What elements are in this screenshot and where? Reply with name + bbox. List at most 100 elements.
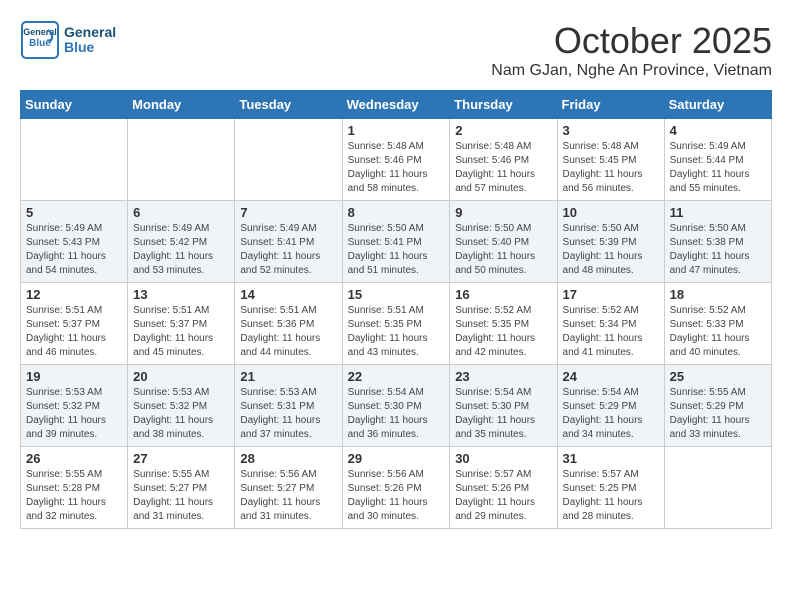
day-number: 16 [455, 287, 551, 302]
calendar-table: SundayMondayTuesdayWednesdayThursdayFrid… [20, 90, 772, 529]
day-info: Sunrise: 5:57 AMSunset: 5:25 PMDaylight:… [563, 468, 659, 524]
title-block: October 2025 Nam GJan, Nghe An Province,… [491, 20, 772, 80]
calendar-day-30: 30 Sunrise: 5:57 AMSunset: 5:26 PMDayligh… [450, 447, 557, 529]
day-number: 20 [133, 369, 229, 384]
day-number: 28 [240, 451, 336, 466]
day-number: 23 [455, 369, 551, 384]
calendar-day-25: 25 Sunrise: 5:55 AMSunset: 5:29 PMDayligh… [664, 365, 771, 447]
day-info: Sunrise: 5:57 AMSunset: 5:26 PMDaylight:… [455, 468, 551, 524]
day-header-monday: Monday [128, 91, 235, 119]
day-info: Sunrise: 5:48 AMSunset: 5:45 PMDaylight:… [563, 140, 659, 196]
day-info: Sunrise: 5:50 AMSunset: 5:41 PMDaylight:… [348, 222, 445, 278]
calendar-empty-cell [664, 447, 771, 529]
day-number: 8 [348, 205, 445, 220]
day-info: Sunrise: 5:51 AMSunset: 5:36 PMDaylight:… [240, 304, 336, 360]
day-info: Sunrise: 5:50 AMSunset: 5:40 PMDaylight:… [455, 222, 551, 278]
calendar-day-13: 13 Sunrise: 5:51 AMSunset: 5:37 PMDayligh… [128, 283, 235, 365]
calendar-day-31: 31 Sunrise: 5:57 AMSunset: 5:25 PMDayligh… [557, 447, 664, 529]
calendar-day-17: 17Sunrise: 5:52 AMSunset: 5:34 PMDayligh… [557, 283, 664, 365]
day-info: Sunrise: 5:54 AMSunset: 5:29 PMDaylight:… [563, 386, 659, 442]
day-number: 30 [455, 451, 551, 466]
calendar-empty-cell [128, 119, 235, 201]
month-title: October 2025 [491, 20, 772, 62]
day-number: 27 [133, 451, 229, 466]
day-info: Sunrise: 5:53 AMSunset: 5:32 PMDaylight:… [26, 386, 122, 442]
calendar-day-6: 6 Sunrise: 5:49 AMSunset: 5:42 PMDaylight… [128, 201, 235, 283]
day-number: 4 [670, 123, 766, 138]
calendar-week-row: 1 Sunrise: 5:48 AMSunset: 5:46 PMDaylight… [21, 119, 772, 201]
day-header-friday: Friday [557, 91, 664, 119]
day-number: 29 [348, 451, 445, 466]
day-number: 7 [240, 205, 336, 220]
calendar-week-row: 12 Sunrise: 5:51 AMSunset: 5:37 PMDayligh… [21, 283, 772, 365]
day-info: Sunrise: 5:55 AMSunset: 5:27 PMDaylight:… [133, 468, 229, 524]
calendar-week-row: 19Sunrise: 5:53 AMSunset: 5:32 PMDayligh… [21, 365, 772, 447]
day-info: Sunrise: 5:51 AMSunset: 5:37 PMDaylight:… [26, 304, 122, 360]
calendar-day-15: 15Sunrise: 5:51 AMSunset: 5:35 PMDayligh… [342, 283, 450, 365]
day-number: 6 [133, 205, 229, 220]
day-number: 10 [563, 205, 659, 220]
day-info: Sunrise: 5:49 AMSunset: 5:44 PMDaylight:… [670, 140, 766, 196]
day-number: 1 [348, 123, 445, 138]
day-info: Sunrise: 5:55 AMSunset: 5:28 PMDaylight:… [26, 468, 122, 524]
day-info: Sunrise: 5:52 AMSunset: 5:35 PMDaylight:… [455, 304, 551, 360]
day-info: Sunrise: 5:54 AMSunset: 5:30 PMDaylight:… [455, 386, 551, 442]
calendar-empty-cell [21, 119, 128, 201]
calendar-day-2: 2 Sunrise: 5:48 AMSunset: 5:46 PMDaylight… [450, 119, 557, 201]
day-number: 13 [133, 287, 229, 302]
calendar-day-3: 3 Sunrise: 5:48 AMSunset: 5:45 PMDaylight… [557, 119, 664, 201]
logo: General Blue General Blue [20, 20, 116, 60]
day-info: Sunrise: 5:56 AMSunset: 5:26 PMDaylight:… [348, 468, 445, 524]
day-number: 15 [348, 287, 445, 302]
day-number: 26 [26, 451, 122, 466]
day-header-saturday: Saturday [664, 91, 771, 119]
day-number: 12 [26, 287, 122, 302]
calendar-day-10: 10 Sunrise: 5:50 AMSunset: 5:39 PMDayligh… [557, 201, 664, 283]
day-info: Sunrise: 5:49 AMSunset: 5:43 PMDaylight:… [26, 222, 122, 278]
calendar-week-row: 5 Sunrise: 5:49 AMSunset: 5:43 PMDaylight… [21, 201, 772, 283]
calendar-day-7: 7 Sunrise: 5:49 AMSunset: 5:41 PMDaylight… [235, 201, 342, 283]
day-number: 14 [240, 287, 336, 302]
day-info: Sunrise: 5:49 AMSunset: 5:42 PMDaylight:… [133, 222, 229, 278]
location-subtitle: Nam GJan, Nghe An Province, Vietnam [491, 62, 772, 80]
calendar-day-29: 29 Sunrise: 5:56 AMSunset: 5:26 PMDayligh… [342, 447, 450, 529]
day-number: 25 [670, 369, 766, 384]
day-info: Sunrise: 5:50 AMSunset: 5:39 PMDaylight:… [563, 222, 659, 278]
day-number: 9 [455, 205, 551, 220]
logo-text: General Blue [64, 25, 116, 56]
calendar-day-1: 1 Sunrise: 5:48 AMSunset: 5:46 PMDaylight… [342, 119, 450, 201]
day-number: 31 [563, 451, 659, 466]
calendar-day-11: 11 Sunrise: 5:50 AMSunset: 5:38 PMDayligh… [664, 201, 771, 283]
calendar-day-16: 16 Sunrise: 5:52 AMSunset: 5:35 PMDayligh… [450, 283, 557, 365]
calendar-day-19: 19Sunrise: 5:53 AMSunset: 5:32 PMDayligh… [21, 365, 128, 447]
calendar-day-20: 20 Sunrise: 5:53 AMSunset: 5:32 PMDayligh… [128, 365, 235, 447]
day-number: 21 [240, 369, 336, 384]
day-info: Sunrise: 5:50 AMSunset: 5:38 PMDaylight:… [670, 222, 766, 278]
day-number: 22 [348, 369, 445, 384]
day-info: Sunrise: 5:49 AMSunset: 5:41 PMDaylight:… [240, 222, 336, 278]
day-number: 24 [563, 369, 659, 384]
day-header-sunday: Sunday [21, 91, 128, 119]
day-number: 3 [563, 123, 659, 138]
day-info: Sunrise: 5:56 AMSunset: 5:27 PMDaylight:… [240, 468, 336, 524]
calendar-day-26: 26 Sunrise: 5:55 AMSunset: 5:28 PMDayligh… [21, 447, 128, 529]
calendar-empty-cell [235, 119, 342, 201]
logo-icon: General Blue [20, 20, 60, 60]
day-number: 11 [670, 205, 766, 220]
day-info: Sunrise: 5:55 AMSunset: 5:29 PMDaylight:… [670, 386, 766, 442]
calendar-day-23: 23 Sunrise: 5:54 AMSunset: 5:30 PMDayligh… [450, 365, 557, 447]
day-header-wednesday: Wednesday [342, 91, 450, 119]
calendar-day-28: 28 Sunrise: 5:56 AMSunset: 5:27 PMDayligh… [235, 447, 342, 529]
page-header: General Blue General Blue October 2025 N… [20, 20, 772, 80]
day-info: Sunrise: 5:53 AMSunset: 5:32 PMDaylight:… [133, 386, 229, 442]
day-info: Sunrise: 5:53 AMSunset: 5:31 PMDaylight:… [240, 386, 336, 442]
calendar-day-4: 4 Sunrise: 5:49 AMSunset: 5:44 PMDaylight… [664, 119, 771, 201]
day-number: 2 [455, 123, 551, 138]
day-info: Sunrise: 5:48 AMSunset: 5:46 PMDaylight:… [348, 140, 445, 196]
calendar-day-24: 24 Sunrise: 5:54 AMSunset: 5:29 PMDayligh… [557, 365, 664, 447]
day-info: Sunrise: 5:51 AMSunset: 5:37 PMDaylight:… [133, 304, 229, 360]
day-number: 5 [26, 205, 122, 220]
day-info: Sunrise: 5:52 AMSunset: 5:34 PMDaylight:… [563, 304, 659, 360]
day-info: Sunrise: 5:48 AMSunset: 5:46 PMDaylight:… [455, 140, 551, 196]
calendar-day-22: 22Sunrise: 5:54 AMSunset: 5:30 PMDayligh… [342, 365, 450, 447]
